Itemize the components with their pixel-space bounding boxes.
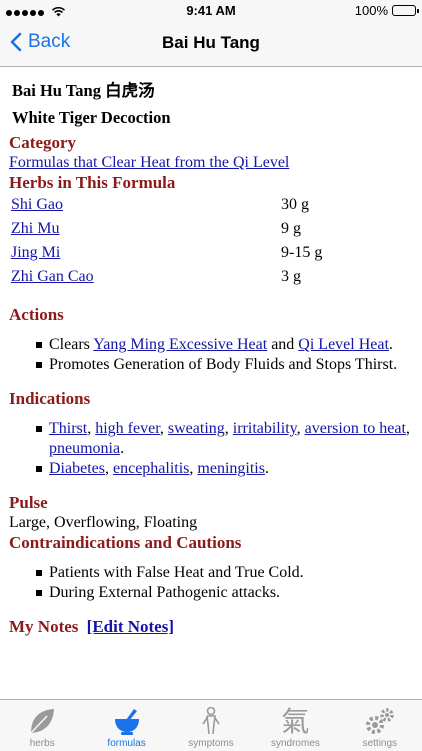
herb-dose: 9 g: [281, 220, 301, 237]
list-item: Thirst, high fever, sweating, irritabili…: [36, 419, 422, 459]
tab-label: settings: [362, 738, 398, 749]
indication-link[interactable]: meningitis: [197, 460, 265, 477]
tab-settings[interactable]: settings: [338, 700, 422, 751]
herb-dose: 30 g: [281, 196, 309, 213]
indication-link[interactable]: high fever: [95, 420, 160, 437]
gears-icon: [365, 708, 394, 734]
list-item: Clears Yang Ming Excessive Heat and Qi L…: [36, 335, 422, 355]
herbs-heading: Herbs in This Formula: [9, 173, 176, 192]
qi-level-heat-link[interactable]: Qi Level Heat: [298, 336, 389, 353]
indication-link[interactable]: pneumonia: [49, 440, 120, 457]
navigation-bar: Back Bai Hu Tang: [0, 22, 422, 67]
indications-list: Thirst, high fever, sweating, irritabili…: [0, 419, 422, 479]
battery-percent: 100%: [354, 3, 388, 18]
tab-herbs[interactable]: herbs: [0, 700, 84, 751]
page-title: Bai Hu Tang: [162, 33, 260, 52]
formula-english-name: White Tiger Decoction: [12, 108, 171, 127]
herb-link[interactable]: Zhi Gan Cao: [11, 268, 94, 285]
leaf-icon: [30, 709, 55, 734]
indication-link[interactable]: encephalitis: [113, 460, 189, 477]
pulse-heading: Pulse: [9, 493, 48, 512]
formula-detail[interactable]: Bai Hu Tang 白虎汤 White Tiger Decoction Ca…: [0, 67, 422, 698]
tab-formulas[interactable]: formulas: [84, 700, 168, 751]
herbs-table: Shi Gao 30 g Zhi Mu 9 g Jing Mi 9-15 g Z…: [9, 193, 324, 289]
category-link[interactable]: Formulas that Clear Heat from the Qi Lev…: [0, 153, 422, 173]
herb-link[interactable]: Zhi Mu: [11, 220, 59, 237]
contraindications-list: Patients with False Heat and True Cold. …: [0, 563, 422, 603]
table-row: Zhi Mu 9 g: [9, 217, 324, 241]
indication-link[interactable]: sweating: [168, 420, 225, 437]
tab-label: herbs: [29, 738, 55, 749]
herb-link[interactable]: Shi Gao: [11, 196, 63, 213]
herb-link[interactable]: Jing Mi: [11, 244, 60, 261]
pulse-text: Large, Overflowing, Floating: [9, 514, 198, 531]
qi-character-icon: 氣: [281, 705, 310, 738]
person-icon: [202, 706, 220, 735]
table-row: Zhi Gan Cao 3 g: [9, 265, 324, 289]
action-text: and: [267, 336, 299, 353]
tab-symptoms[interactable]: symptoms: [169, 700, 253, 751]
list-item: Diabetes, encephalitis, meningitis.: [36, 459, 422, 479]
indication-link[interactable]: irritability: [233, 420, 297, 437]
edit-notes-link[interactable]: [Edit Notes]: [87, 617, 174, 636]
battery-indicator: 100%: [354, 3, 419, 18]
indication-link[interactable]: Thirst: [49, 420, 87, 437]
tab-label: formulas: [107, 738, 146, 749]
herb-dose: 9-15 g: [281, 244, 323, 261]
mortar-pestle-icon: [114, 709, 139, 735]
yang-ming-excessive-heat-link[interactable]: Yang Ming Excessive Heat: [93, 336, 267, 353]
status-bar: 9:41 AM 100%: [0, 0, 422, 22]
indications-heading: Indications: [9, 389, 91, 408]
action-text: .: [388, 336, 393, 353]
list-item: Patients with False Heat and True Cold.: [36, 563, 422, 583]
list-item: During External Pathogenic attacks.: [36, 583, 422, 603]
category-heading: Category: [9, 133, 77, 152]
action-text: Clears: [49, 336, 94, 353]
table-row: Shi Gao 30 g: [9, 193, 324, 217]
actions-heading: Actions: [9, 305, 64, 324]
formula-name: Bai Hu Tang 白虎汤: [12, 81, 155, 100]
contraindications-heading: Contraindications and Cautions: [9, 533, 242, 552]
herb-dose: 3 g: [281, 268, 301, 285]
tab-label: symptoms: [188, 738, 234, 749]
indication-link[interactable]: Diabetes: [49, 460, 105, 477]
indication-link[interactable]: aversion to heat: [305, 420, 406, 437]
my-notes-row: My Notes [Edit Notes]: [0, 617, 422, 637]
my-notes-heading: My Notes: [9, 617, 79, 636]
list-item: Promotes Generation of Body Fluids and S…: [36, 355, 422, 375]
table-row: Jing Mi 9-15 g: [9, 241, 324, 265]
tab-syndromes[interactable]: 氣 syndromes: [253, 700, 337, 751]
battery-icon: [392, 5, 419, 16]
actions-list: Clears Yang Ming Excessive Heat and Qi L…: [0, 335, 422, 375]
tab-label: syndromes: [270, 738, 320, 749]
tab-bar: herbs formulas symptoms 氣 syndromes sett…: [0, 699, 422, 751]
